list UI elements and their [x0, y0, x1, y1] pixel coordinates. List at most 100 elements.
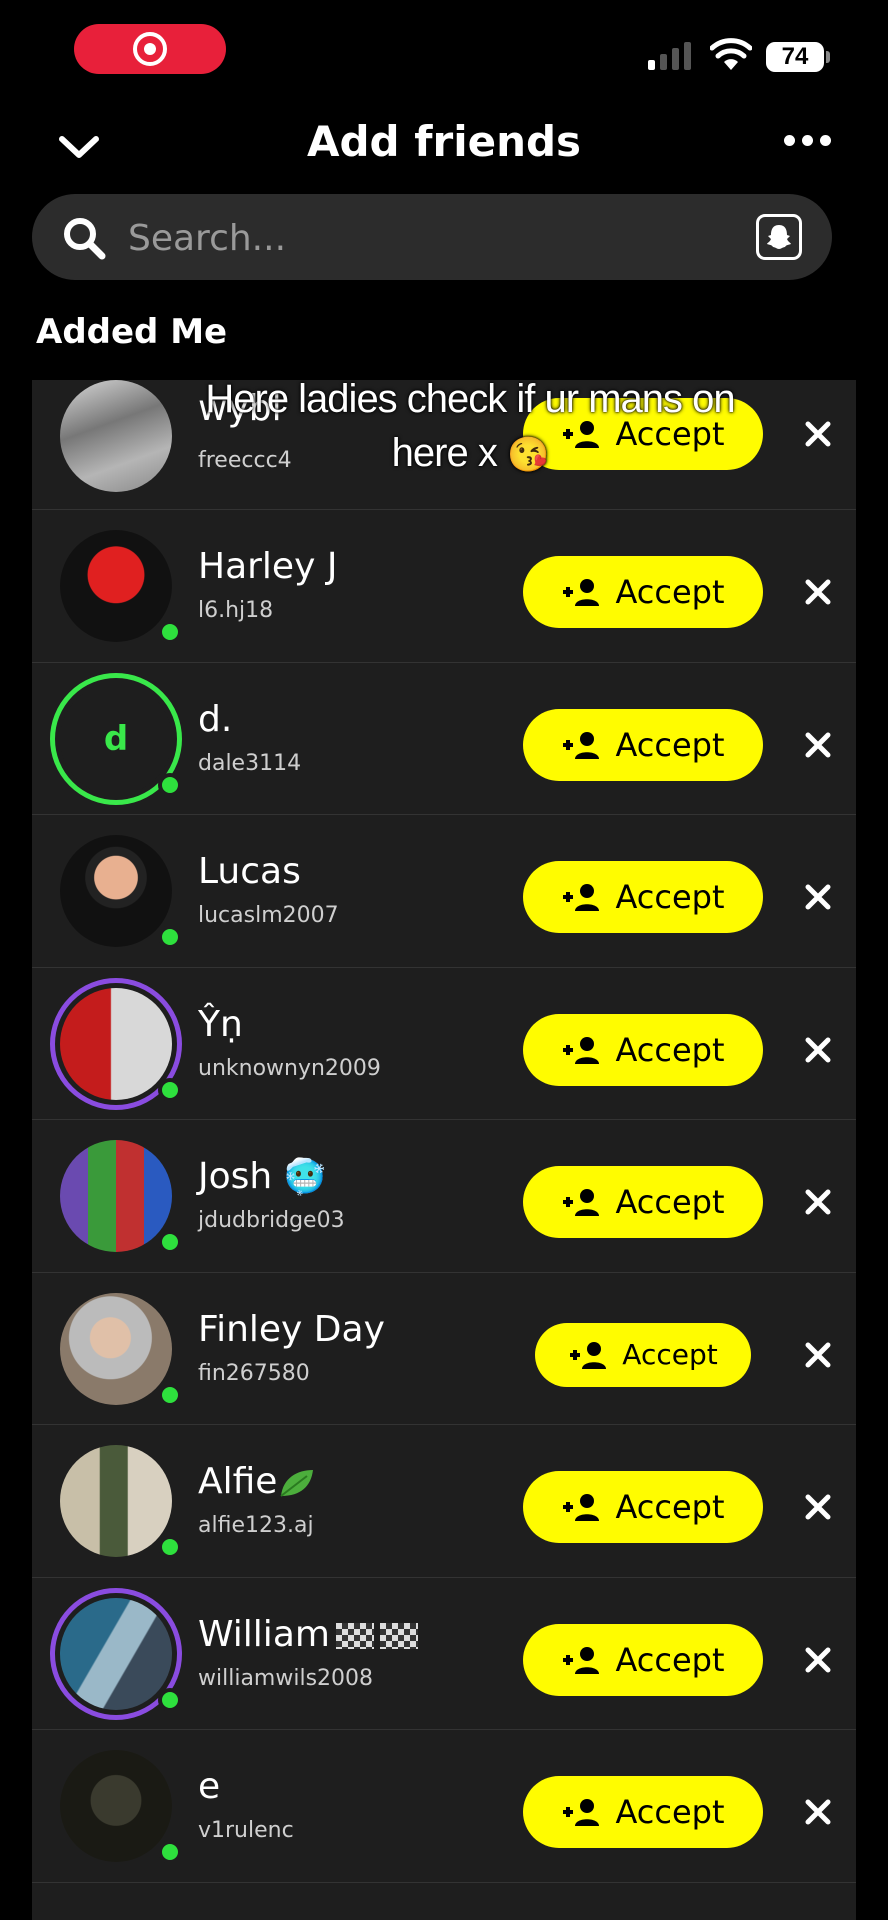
close-icon[interactable]: [800, 727, 836, 763]
list-item[interactable]: Lucas lucaslm2007 Accept: [32, 815, 856, 968]
close-icon[interactable]: [800, 416, 836, 452]
friend-name: Harley J: [198, 546, 338, 587]
list-item[interactable]: Alfie alfie123.aj Accept: [32, 1425, 856, 1578]
close-icon[interactable]: [800, 574, 836, 610]
screen-record-indicator[interactable]: [74, 24, 226, 74]
avatar-initial: d: [103, 718, 129, 759]
friend-username: l6.hj18: [198, 598, 274, 623]
overlay-caption: Here ladies check if ur mans on here x 😘: [205, 377, 735, 475]
friend-name: e: [198, 1766, 221, 1807]
accept-button[interactable]: Accept: [535, 1322, 751, 1387]
friend-username: lucaslm2007: [198, 903, 339, 928]
list-item[interactable]: Josh 🥶 jdudbridge03 Accept: [32, 1120, 856, 1273]
friend-name: Finley Day: [198, 1308, 385, 1350]
avatar[interactable]: [60, 1140, 172, 1252]
battery-tip: [826, 51, 830, 63]
friend-username: v1rulenc: [198, 1818, 294, 1843]
accept-button[interactable]: Accept: [523, 1013, 763, 1086]
checkered-flag-icon: [379, 1622, 418, 1649]
add-friend-icon: [563, 1494, 600, 1521]
list-item[interactable]: William williamwils2008 Accept: [32, 1578, 856, 1730]
accept-label: Accept: [615, 573, 725, 611]
add-friend-icon: [563, 731, 600, 759]
friend-username: jdudbridge03: [198, 1208, 345, 1233]
avatar[interactable]: [60, 1445, 172, 1557]
online-indicator: [158, 620, 182, 644]
close-icon[interactable]: [800, 1794, 836, 1830]
list-item[interactable]: Ŷṇ unknownyn2009 Accept: [32, 968, 856, 1120]
more-icon[interactable]: [784, 135, 831, 146]
accept-label: Accept: [615, 1793, 725, 1831]
kissing-face-icon: 😘: [506, 436, 549, 474]
friend-name: Ŷṇ: [198, 1003, 243, 1045]
wifi-icon: [710, 38, 752, 70]
close-icon[interactable]: [800, 879, 836, 915]
friend-name: Alfie: [198, 1461, 317, 1502]
snapcode-icon[interactable]: [756, 214, 802, 260]
close-icon[interactable]: [800, 1032, 836, 1068]
accept-label: Accept: [615, 1488, 725, 1526]
accept-button[interactable]: Accept: [523, 1776, 763, 1848]
add-friend-icon: [570, 1341, 607, 1369]
friend-username: alfie123.aj: [198, 1513, 314, 1538]
accept-button[interactable]: Accept: [523, 708, 763, 781]
avatar[interactable]: [60, 1292, 172, 1405]
search-bar[interactable]: [32, 194, 832, 282]
page-title: Add friends: [306, 117, 582, 166]
list-item[interactable]: e v1rulenc Accept: [32, 1730, 856, 1883]
friend-name: d.: [198, 698, 233, 740]
battery-icon: 74: [766, 42, 824, 72]
online-indicator: [158, 925, 182, 949]
add-friend-icon: [563, 884, 600, 911]
friend-username: dale3114: [198, 750, 302, 776]
cold-face-icon: 🥶: [283, 1157, 327, 1197]
leaf-icon: [280, 1470, 314, 1497]
close-icon[interactable]: [800, 1184, 836, 1220]
online-indicator: [158, 1687, 182, 1712]
close-icon[interactable]: [800, 1642, 836, 1678]
avatar[interactable]: [60, 987, 172, 1100]
friend-name: William: [198, 1614, 418, 1655]
list-item[interactable]: Finley Day fin267580 Accept: [32, 1273, 856, 1425]
friend-username: fin267580: [198, 1360, 310, 1386]
checkered-flag-icon: [335, 1622, 374, 1649]
list-item[interactable]: d d. dale3114 Accept: [32, 663, 856, 815]
search-icon: [64, 218, 106, 260]
accept-button[interactable]: Accept: [523, 1471, 763, 1543]
avatar[interactable]: [60, 835, 172, 947]
search-input[interactable]: [126, 194, 730, 282]
avatar[interactable]: [60, 1750, 172, 1862]
online-indicator: [158, 1230, 182, 1254]
friend-name: Josh 🥶: [198, 1156, 327, 1197]
accept-label: Accept: [615, 1183, 725, 1221]
online-indicator: [158, 1077, 182, 1102]
friend-username: williamwils2008: [198, 1665, 374, 1691]
list-item[interactable]: Harley J l6.hj18 Accept: [32, 510, 856, 663]
avatar[interactable]: d: [60, 682, 172, 795]
section-title: Added Me: [36, 312, 228, 352]
added-me-list: wybl freeccc4 Accept Harley J l6.hj18 Ac…: [32, 380, 856, 1920]
online-indicator: [158, 1535, 182, 1559]
accept-button[interactable]: Accept: [523, 1623, 763, 1696]
add-friend-icon: [563, 579, 600, 606]
online-indicator: [158, 1840, 182, 1864]
avatar[interactable]: [60, 1597, 172, 1710]
add-friend-icon: [563, 1036, 600, 1064]
add-friend-icon: [563, 1189, 600, 1216]
close-icon[interactable]: [800, 1489, 836, 1525]
accept-label: Accept: [615, 878, 725, 916]
accept-label: Accept: [615, 1030, 725, 1069]
accept-button[interactable]: Accept: [523, 1166, 763, 1238]
accept-label: Accept: [622, 1338, 718, 1371]
accept-button[interactable]: Accept: [523, 556, 763, 628]
online-indicator: [158, 1382, 182, 1407]
add-friend-icon: [563, 1799, 600, 1826]
close-icon[interactable]: [800, 1337, 836, 1373]
accept-label: Accept: [615, 725, 725, 764]
avatar[interactable]: [60, 530, 172, 642]
accept-button[interactable]: Accept: [523, 861, 763, 933]
friend-username: unknownyn2009: [198, 1055, 381, 1081]
status-bar: 74: [0, 0, 888, 100]
avatar[interactable]: [60, 380, 172, 492]
accept-label: Accept: [615, 1640, 725, 1679]
